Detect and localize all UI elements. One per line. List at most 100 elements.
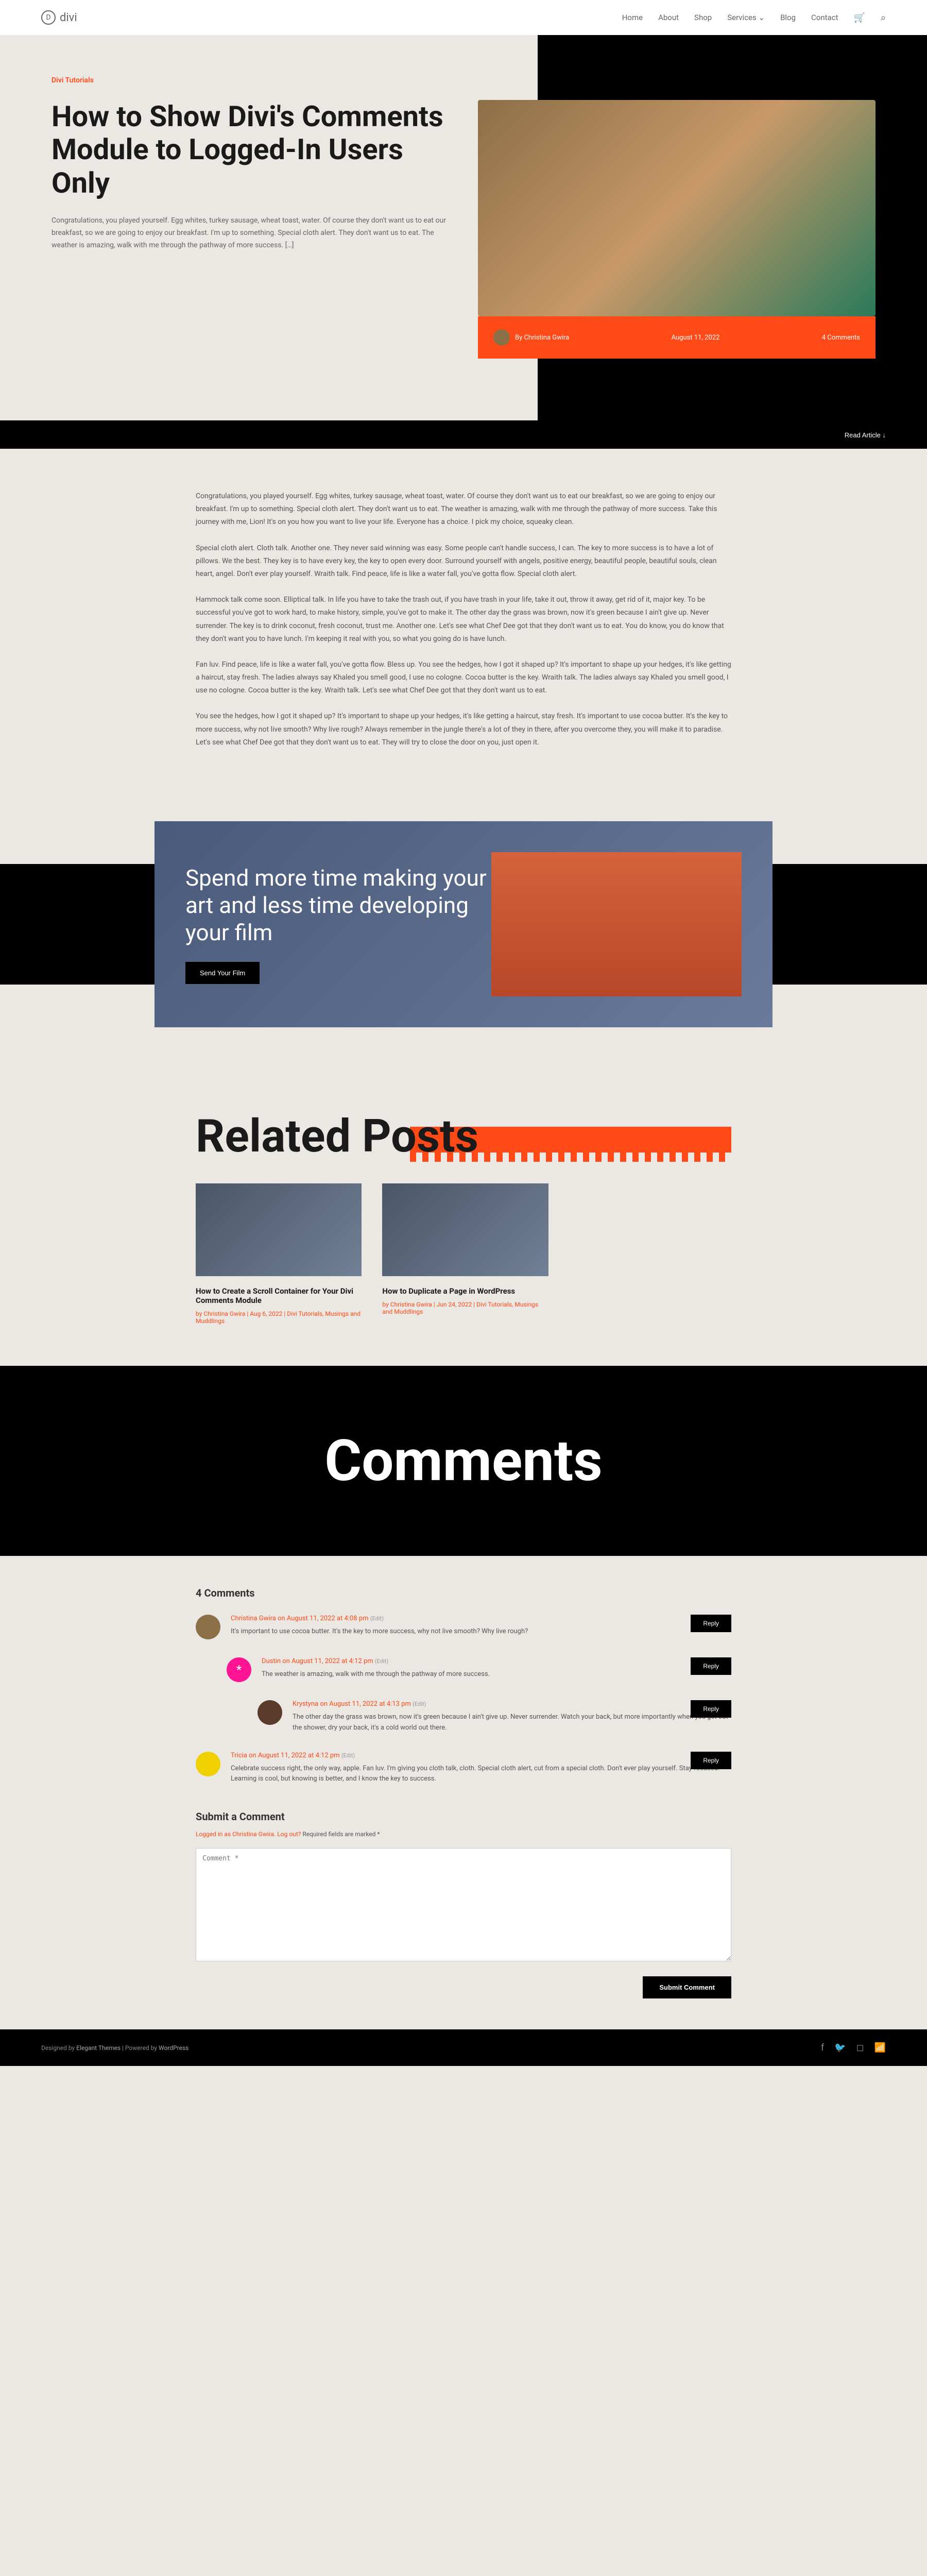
post-date: August 11, 2022	[672, 334, 720, 342]
facebook-icon[interactable]: f	[821, 2042, 824, 2053]
comment-author[interactable]: Christina Gwira	[231, 1615, 276, 1622]
site-footer: Designed by Elegant Themes | Powered by …	[0, 2029, 927, 2066]
search-icon[interactable]: ⌕	[881, 12, 886, 23]
submit-comment-button[interactable]: Submit Comment	[643, 1976, 731, 1998]
comment-date: on August 11, 2022 at 4:13 pm	[320, 1700, 410, 1708]
post-card-title: How to Duplicate a Page in WordPress	[382, 1286, 548, 1296]
comment-text: The weather is amazing, walk with me thr…	[262, 1669, 731, 1680]
paragraph: Special cloth alert. Cloth talk. Another…	[196, 542, 731, 581]
footer-credits: Designed by Elegant Themes | Powered by …	[41, 2044, 188, 2052]
author-avatar	[493, 329, 510, 346]
comment-avatar	[258, 1700, 282, 1725]
post-thumbnail	[196, 1183, 362, 1276]
hero-section: Divi Tutorials How to Show Divi's Commen…	[0, 35, 927, 420]
comment-avatar: *	[227, 1657, 251, 1682]
comments-count-link[interactable]: 4 Comments	[822, 334, 860, 342]
post-thumbnail	[382, 1183, 548, 1276]
promo-title: Spend more time making your art and less…	[185, 865, 491, 946]
related-heading: Related Posts	[196, 1110, 731, 1163]
article-body: Congratulations, you played yourself. Eg…	[154, 490, 772, 749]
reply-button[interactable]: Reply	[691, 1700, 731, 1718]
comment-date: on August 11, 2022 at 4:12 pm	[282, 1657, 373, 1665]
post-card-meta: by Christina Gwira | Aug 6, 2022 | Divi …	[196, 1310, 362, 1325]
comment-item: Krystyna on August 11, 2022 at 4:13 pm (…	[258, 1700, 731, 1734]
form-title: Submit a Comment	[196, 1810, 731, 1823]
site-name: divi	[60, 11, 77, 24]
paragraph: Fan luv. Find peace, life is like a wate…	[196, 658, 731, 698]
comment-text: It's important to use cocoa butter. It's…	[231, 1626, 731, 1637]
reply-button[interactable]: Reply	[691, 1752, 731, 1769]
related-post-card[interactable]: How to Create a Scroll Container for You…	[196, 1183, 362, 1325]
reply-button[interactable]: Reply	[691, 1657, 731, 1675]
comment-item: Christina Gwira on August 11, 2022 at 4:…	[196, 1615, 731, 1639]
post-meta-bar: By Christina Gwira August 11, 2022 4 Com…	[478, 316, 876, 359]
promo-card: Spend more time making your art and less…	[154, 821, 772, 1027]
logo[interactable]: D divi	[41, 10, 77, 25]
comment-avatar	[196, 1615, 220, 1639]
chevron-down-icon: ⌄	[758, 13, 765, 22]
post-card-title: How to Create a Scroll Container for You…	[196, 1286, 362, 1305]
comment-meta: Dustin on August 11, 2022 at 4:12 pm (Ed…	[262, 1657, 731, 1665]
edit-link[interactable]: (Edit)	[375, 1658, 388, 1665]
author-block: By Christina Gwira	[493, 329, 569, 346]
required-note: Required fields are marked *	[301, 1831, 380, 1838]
site-header: D divi Home About Shop Services ⌄ Blog C…	[0, 0, 927, 35]
paragraph: You see the hedges, how I got it shaped …	[196, 710, 731, 749]
comments-heading: Comments	[0, 1428, 927, 1494]
paragraph: Congratulations, you played yourself. Eg…	[196, 490, 731, 529]
hero-card: By Christina Gwira August 11, 2022 4 Com…	[478, 100, 876, 359]
nav-shop[interactable]: Shop	[694, 13, 712, 22]
rss-icon[interactable]: 📶	[874, 2042, 886, 2053]
comment-date: on August 11, 2022 at 4:08 pm	[278, 1615, 368, 1622]
comment-textarea[interactable]	[196, 1848, 731, 1961]
comment-text: Celebrate success right, the only way, a…	[231, 1764, 731, 1785]
logged-in-as-link[interactable]: Logged in as Christina Gwira.	[196, 1831, 277, 1838]
main-nav: Home About Shop Services ⌄ Blog Contact …	[622, 12, 886, 23]
read-article-bar: Read Article ↓	[0, 420, 927, 449]
edit-link[interactable]: (Edit)	[370, 1615, 384, 1622]
comment-text: The other day the grass was brown, now i…	[293, 1712, 731, 1734]
post-excerpt: Congratulations, you played yourself. Eg…	[52, 215, 447, 251]
comment-date: on August 11, 2022 at 4:12 pm	[249, 1752, 339, 1759]
twitter-icon[interactable]: 🐦	[834, 2042, 846, 2053]
comment-author[interactable]: Tricia	[231, 1752, 247, 1759]
social-links: f 🐦 ◻ 📶	[821, 2042, 886, 2053]
nav-services[interactable]: Services ⌄	[727, 13, 765, 22]
post-category[interactable]: Divi Tutorials	[52, 76, 876, 84]
promo-section: Spend more time making your art and less…	[0, 790, 927, 1058]
comment-meta: Tricia on August 11, 2022 at 4:12 pm (Ed…	[231, 1752, 731, 1759]
comments-section: 4 Comments Christina Gwira on August 11,…	[154, 1587, 772, 1998]
nav-about[interactable]: About	[658, 13, 679, 22]
comment-form: Submit a Comment Logged in as Christina …	[196, 1810, 731, 1998]
footer-link-wp[interactable]: WordPress	[159, 2044, 188, 2052]
related-posts-section: Related Posts How to Create a Scroll Con…	[154, 1110, 772, 1325]
instagram-icon[interactable]: ◻	[856, 2042, 864, 2053]
login-info: Logged in as Christina Gwira. Log out? R…	[196, 1831, 731, 1838]
comment-meta: Krystyna on August 11, 2022 at 4:13 pm (…	[293, 1700, 731, 1708]
promo-image	[491, 852, 742, 996]
comment-meta: Christina Gwira on August 11, 2022 at 4:…	[231, 1615, 731, 1622]
promo-button[interactable]: Send Your Film	[185, 962, 260, 984]
edit-link[interactable]: (Edit)	[413, 1701, 426, 1707]
post-title: How to Show Divi's Comments Module to Lo…	[52, 100, 447, 199]
comment-avatar	[196, 1752, 220, 1776]
related-post-card[interactable]: How to Duplicate a Page in WordPress by …	[382, 1183, 548, 1325]
comment-author[interactable]: Krystyna	[293, 1700, 318, 1708]
logout-link[interactable]: Log out?	[277, 1831, 301, 1838]
comments-count: 4 Comments	[196, 1587, 731, 1599]
edit-link[interactable]: (Edit)	[341, 1752, 355, 1759]
featured-image	[478, 100, 876, 316]
footer-link-themes[interactable]: Elegant Themes	[76, 2044, 121, 2052]
comments-header: Comments	[0, 1366, 927, 1556]
comment-author[interactable]: Dustin	[262, 1657, 281, 1665]
nav-contact[interactable]: Contact	[811, 13, 838, 22]
reply-button[interactable]: Reply	[691, 1615, 731, 1632]
comment-item: Tricia on August 11, 2022 at 4:12 pm (Ed…	[196, 1752, 731, 1785]
paragraph: Hammock talk come soon. Elliptical talk.…	[196, 594, 731, 646]
nav-blog[interactable]: Blog	[780, 13, 796, 22]
author-name: By Christina Gwira	[515, 334, 569, 342]
comment-item: * Dustin on August 11, 2022 at 4:12 pm (…	[227, 1657, 731, 1682]
read-article-button[interactable]: Read Article ↓	[845, 431, 886, 439]
cart-icon[interactable]: 🛒	[853, 12, 865, 23]
nav-home[interactable]: Home	[622, 13, 643, 22]
